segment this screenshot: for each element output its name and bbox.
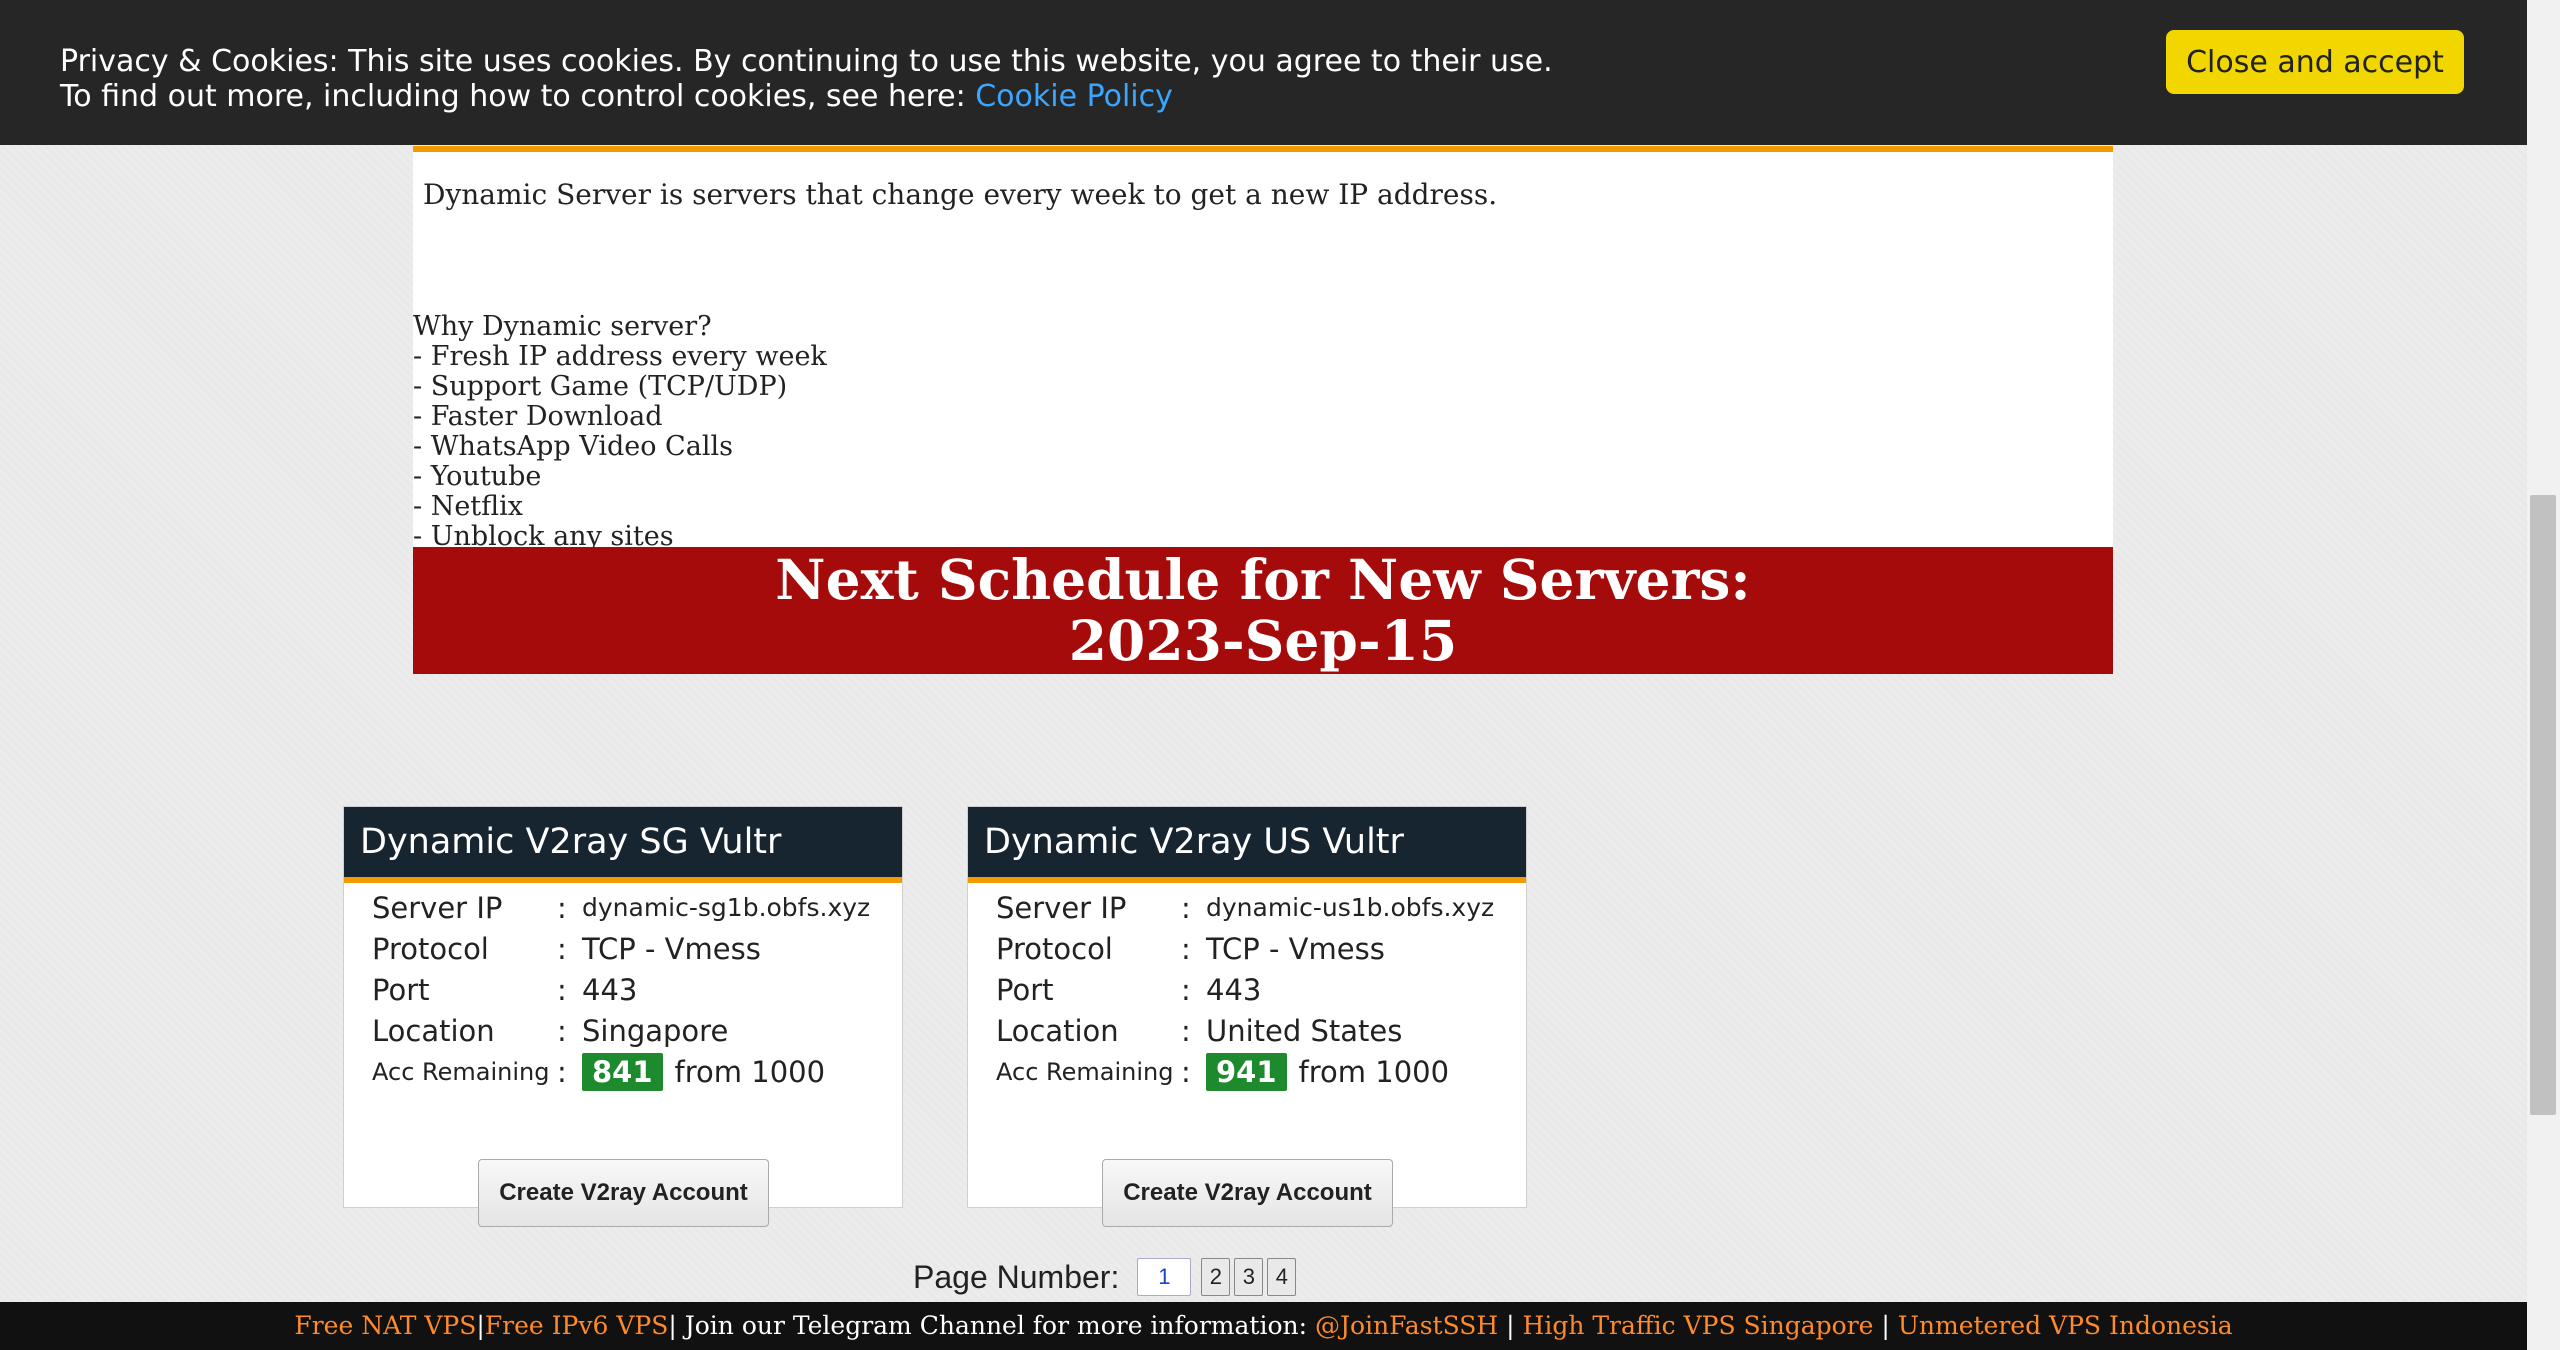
cookie-line-2: To find out more, including how to contr…	[60, 79, 1553, 114]
colon: :	[1181, 1054, 1191, 1089]
protocol-row: Protocol: TCP - Vmess	[996, 928, 1494, 969]
colon: :	[557, 890, 567, 925]
port-value: 443	[1206, 972, 1262, 1007]
close-and-accept-button[interactable]: Close and accept	[2166, 30, 2464, 94]
port-label: Port	[996, 972, 1054, 1007]
free-nat-vps-link[interactable]: Free NAT VPS	[294, 1311, 476, 1340]
remaining-row: Acc Remaining:841 from 1000	[372, 1051, 870, 1092]
remaining-badge: 841	[582, 1052, 663, 1091]
remaining-badge: 941	[1206, 1052, 1287, 1091]
schedule-date: 2023-Sep-15	[1068, 608, 1458, 673]
colon: :	[557, 972, 567, 1007]
server-ip-value: dynamic-sg1b.obfs.xyz	[582, 893, 871, 922]
remaining-total: from 1000	[674, 1054, 826, 1089]
cookie-line-1: Privacy & Cookies: This site uses cookie…	[60, 44, 1553, 79]
port-row: Port:443	[996, 969, 1494, 1010]
location-row: Location: Singapore	[372, 1010, 870, 1051]
location-label: Location	[372, 1013, 495, 1048]
location-label: Location	[996, 1013, 1119, 1048]
server-ip-row: Server IP: dynamic-us1b.obfs.xyz	[996, 887, 1494, 928]
colon: :	[557, 1054, 567, 1089]
description-panel: Dynamic Server is servers that change ev…	[413, 146, 2113, 552]
free-ipv6-vps-link[interactable]: Free IPv6 VPS	[485, 1311, 669, 1340]
unmetered-vps-link[interactable]: Unmetered VPS Indonesia	[1898, 1311, 2233, 1340]
server-card-title: Dynamic V2ray SG Vultr	[344, 807, 902, 883]
create-v2ray-account-button[interactable]: Create V2ray Account	[478, 1159, 769, 1227]
server-ip-label: Server IP	[372, 890, 503, 925]
server-card-title: Dynamic V2ray US Vultr	[968, 807, 1526, 883]
cookie-policy-link[interactable]: Cookie Policy	[975, 79, 1173, 114]
location-value: United States	[1206, 1013, 1403, 1048]
server-ip-value: dynamic-us1b.obfs.xyz	[1206, 893, 1495, 922]
page-link-2[interactable]: 2	[1201, 1258, 1231, 1296]
colon: :	[557, 1013, 567, 1048]
footer-separator: |	[1873, 1311, 1898, 1340]
page-number-label: Page Number:	[913, 1258, 1120, 1295]
telegram-channel-link[interactable]: @JoinFastSSH	[1315, 1311, 1498, 1340]
footer-separator: |	[476, 1311, 485, 1340]
server-card-sg: Dynamic V2ray SG Vultr Server IP: dynamic…	[343, 806, 903, 1227]
port-value: 443	[582, 972, 638, 1007]
list-item: - Youtube	[413, 461, 542, 492]
port-row: Port:443	[372, 969, 870, 1010]
page-link-1[interactable]: 1	[1137, 1258, 1192, 1296]
cookie-banner: Privacy & Cookies: This site uses cookie…	[0, 0, 2527, 145]
remaining-row: Acc Remaining:941 from 1000	[996, 1051, 1494, 1092]
high-traffic-vps-link[interactable]: High Traffic VPS Singapore	[1523, 1311, 1874, 1340]
protocol-row: Protocol: TCP - Vmess	[372, 928, 870, 969]
protocol-value: TCP - Vmess	[582, 931, 761, 966]
location-value: Singapore	[582, 1013, 729, 1048]
footer-bar: Free NAT VPS|Free IPv6 VPS| Join our Tel…	[0, 1302, 2527, 1350]
cookie-line-2-text: To find out more, including how to contr…	[60, 79, 976, 114]
list-item: - Fresh IP address every week	[413, 341, 827, 372]
server-ip-row: Server IP: dynamic-sg1b.obfs.xyz	[372, 887, 870, 928]
protocol-value: TCP - Vmess	[1206, 931, 1385, 966]
remaining-label: Acc Remaining	[372, 1057, 550, 1086]
remaining-total: from 1000	[1298, 1054, 1450, 1089]
footer-telegram-text: | Join our Telegram Channel for more inf…	[668, 1311, 1315, 1340]
remaining-value: 841 from 1000	[582, 1052, 826, 1091]
list-item: - Faster Download	[413, 401, 663, 432]
pagination: Page Number: 1 2 3 4	[913, 1258, 1300, 1296]
colon: :	[1181, 890, 1191, 925]
remaining-label: Acc Remaining	[996, 1057, 1174, 1086]
port-label: Port	[372, 972, 430, 1007]
server-details: Server IP: dynamic-sg1b.obfs.xyz Protocol…	[372, 887, 870, 1092]
schedule-title: Next Schedule for New Servers:	[775, 547, 1751, 612]
footer-separator: |	[1498, 1311, 1523, 1340]
colon: :	[1181, 972, 1191, 1007]
location-row: Location: United States	[996, 1010, 1494, 1051]
colon: :	[1181, 1013, 1191, 1048]
schedule-banner: Next Schedule for New Servers: 2023-Sep-…	[413, 547, 2113, 674]
server-ip-label: Server IP	[996, 890, 1127, 925]
colon: :	[1181, 931, 1191, 966]
scrollbar-thumb[interactable]	[2530, 495, 2556, 1115]
page-link-3[interactable]: 3	[1234, 1258, 1264, 1296]
colon: :	[557, 931, 567, 966]
why-list: Why Dynamic server? - Fresh IP address e…	[413, 312, 827, 552]
server-details: Server IP: dynamic-us1b.obfs.xyz Protocol…	[996, 887, 1494, 1092]
list-item: - Netflix	[413, 491, 524, 522]
remaining-value: 941 from 1000	[1206, 1052, 1450, 1091]
server-card-us: Dynamic V2ray US Vultr Server IP: dynamic…	[967, 806, 1527, 1227]
why-title: Why Dynamic server?	[413, 311, 712, 342]
intro-text: Dynamic Server is servers that change ev…	[423, 178, 1498, 211]
create-v2ray-account-button[interactable]: Create V2ray Account	[1102, 1159, 1393, 1227]
cookie-text: Privacy & Cookies: This site uses cookie…	[60, 44, 1553, 114]
page-link-4[interactable]: 4	[1267, 1258, 1297, 1296]
protocol-label: Protocol	[372, 931, 489, 966]
list-item: - Support Game (TCP/UDP)	[413, 371, 788, 402]
protocol-label: Protocol	[996, 931, 1113, 966]
list-item: - WhatsApp Video Calls	[413, 431, 733, 462]
